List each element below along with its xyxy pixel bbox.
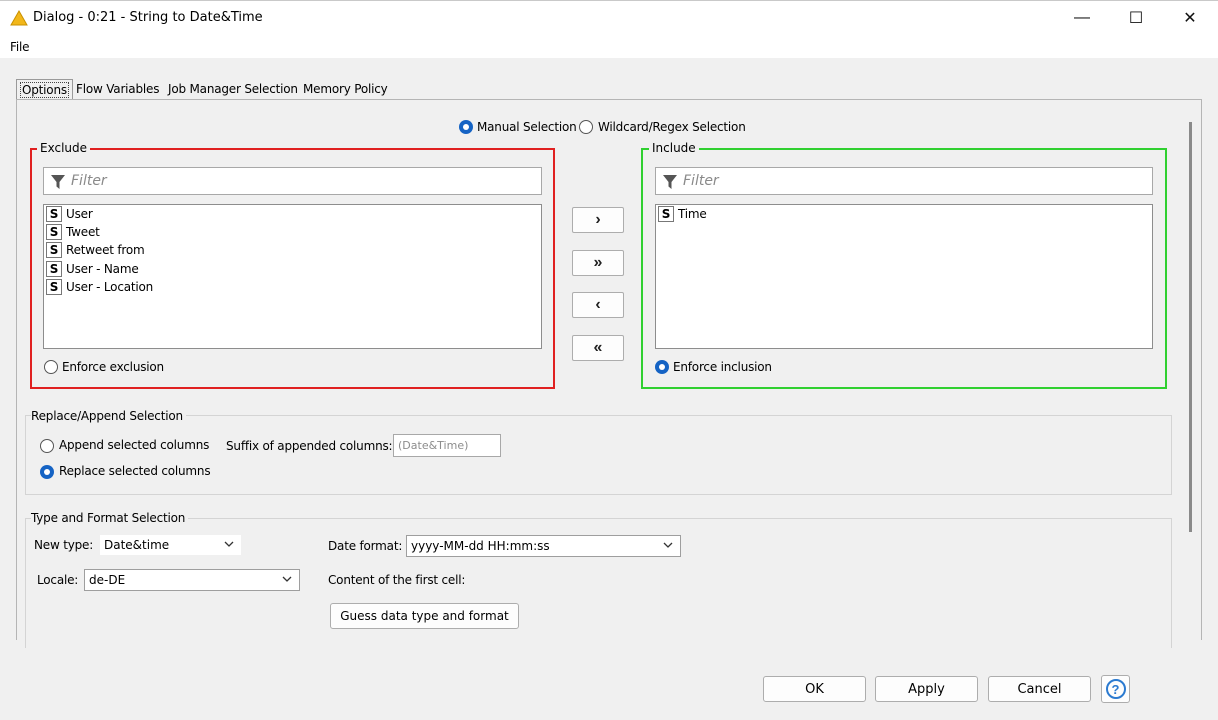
manual-selection-radio[interactable]	[459, 120, 473, 134]
column-name: Tweet	[66, 225, 100, 239]
tab-options[interactable]: Options	[16, 79, 73, 99]
help-button[interactable]: ?	[1101, 675, 1130, 703]
list-item[interactable]: S Tweet	[46, 223, 100, 241]
new-type-dropdown[interactable]: Date&time	[100, 535, 241, 555]
window-title: Dialog - 0:21 - String to Date&Time	[33, 10, 263, 25]
locale-dropdown[interactable]: de-DE	[84, 569, 300, 591]
date-format-label: Date format:	[328, 539, 403, 553]
first-cell-label: Content of the first cell:	[328, 573, 466, 587]
exclude-title: Exclude	[37, 141, 91, 155]
tab-job-manager-selection[interactable]: Job Manager Selection	[164, 79, 302, 99]
suffix-input[interactable]: (Date&Time)	[393, 434, 501, 457]
add-all-button[interactable]: »	[572, 250, 624, 276]
string-type-icon: S	[46, 206, 62, 222]
column-name: User	[66, 207, 93, 221]
chevron-down-icon	[282, 576, 292, 582]
string-type-icon: S	[658, 206, 674, 222]
filter-icon	[51, 175, 65, 189]
exclude-filter-input[interactable]: Filter	[43, 167, 542, 195]
enforce-inclusion-label: Enforce inclusion	[673, 360, 772, 374]
wildcard-selection-label: Wildcard/Regex Selection	[598, 120, 746, 134]
string-type-icon: S	[46, 279, 62, 295]
scrollbar-thumb[interactable]	[1189, 122, 1192, 532]
list-item[interactable]: S Time	[658, 205, 707, 223]
enforce-exclusion-label: Enforce exclusion	[62, 360, 164, 374]
string-type-icon: S	[46, 242, 62, 258]
menu-bar	[0, 36, 1218, 58]
enforce-exclusion-radio[interactable]	[44, 360, 58, 374]
close-button[interactable]: ✕	[1163, 0, 1217, 36]
replace-columns-label: Replace selected columns	[59, 464, 211, 478]
add-button[interactable]: ›	[572, 207, 624, 233]
replace-append-title: Replace/Append Selection	[31, 409, 186, 423]
list-item[interactable]: S User	[46, 205, 93, 223]
type-format-title: Type and Format Selection	[31, 511, 189, 525]
tab-flow-variables[interactable]: Flow Variables	[72, 79, 163, 99]
append-columns-label: Append selected columns	[59, 438, 210, 452]
manual-selection-label: Manual Selection	[477, 120, 577, 134]
locale-value: de-DE	[89, 573, 126, 587]
list-item[interactable]: S Retweet from	[46, 241, 145, 259]
new-type-label: New type:	[34, 538, 94, 552]
maximize-button[interactable]: ☐	[1109, 0, 1163, 36]
list-item[interactable]: S User - Location	[46, 278, 153, 296]
exclude-filter-placeholder: Filter	[71, 173, 107, 189]
replace-append-group	[25, 415, 1172, 495]
column-name: User - Location	[66, 280, 154, 294]
apply-button[interactable]: Apply	[875, 676, 978, 702]
help-icon: ?	[1105, 679, 1126, 699]
column-name: Time	[678, 207, 707, 221]
date-format-dropdown[interactable]: yyyy-MM-dd HH:mm:ss	[406, 535, 681, 557]
include-filter-input[interactable]: Filter	[655, 167, 1153, 195]
ok-button[interactable]: OK	[763, 676, 866, 702]
tab-label: Options	[20, 82, 69, 98]
column-name: Retweet from	[66, 243, 145, 257]
remove-all-button[interactable]: «	[572, 335, 624, 361]
exclude-list[interactable]: S User S Tweet S Retweet from S User - Name …	[43, 204, 542, 349]
date-format-value: yyyy-MM-dd HH:mm:ss	[411, 539, 550, 553]
new-type-value: Date&time	[104, 538, 170, 552]
wildcard-selection-radio[interactable]	[579, 120, 593, 134]
list-item[interactable]: S User - Name	[46, 260, 139, 278]
suffix-label: Suffix of appended columns:	[226, 439, 393, 453]
string-type-icon: S	[46, 224, 62, 240]
menu-file[interactable]: File	[10, 40, 29, 54]
chevron-down-icon	[224, 541, 234, 547]
string-type-icon: S	[46, 261, 62, 277]
tab-memory-policy[interactable]: Memory Policy	[299, 79, 392, 99]
enforce-inclusion-radio[interactable]	[655, 360, 669, 374]
chevron-down-icon	[663, 542, 673, 548]
warning-icon	[10, 10, 28, 26]
minimize-button[interactable]: —	[1055, 0, 1109, 36]
append-columns-radio[interactable]	[40, 439, 54, 453]
filter-icon	[663, 175, 677, 189]
include-title: Include	[649, 141, 699, 155]
remove-button[interactable]: ‹	[572, 292, 624, 318]
column-name: User - Name	[66, 262, 139, 276]
include-filter-placeholder: Filter	[683, 173, 719, 189]
cancel-button[interactable]: Cancel	[988, 676, 1091, 702]
locale-label: Locale:	[37, 573, 79, 587]
replace-columns-radio[interactable]	[40, 465, 54, 479]
include-list[interactable]: S Time	[655, 204, 1153, 349]
guess-format-button[interactable]: Guess data type and format	[330, 603, 519, 629]
